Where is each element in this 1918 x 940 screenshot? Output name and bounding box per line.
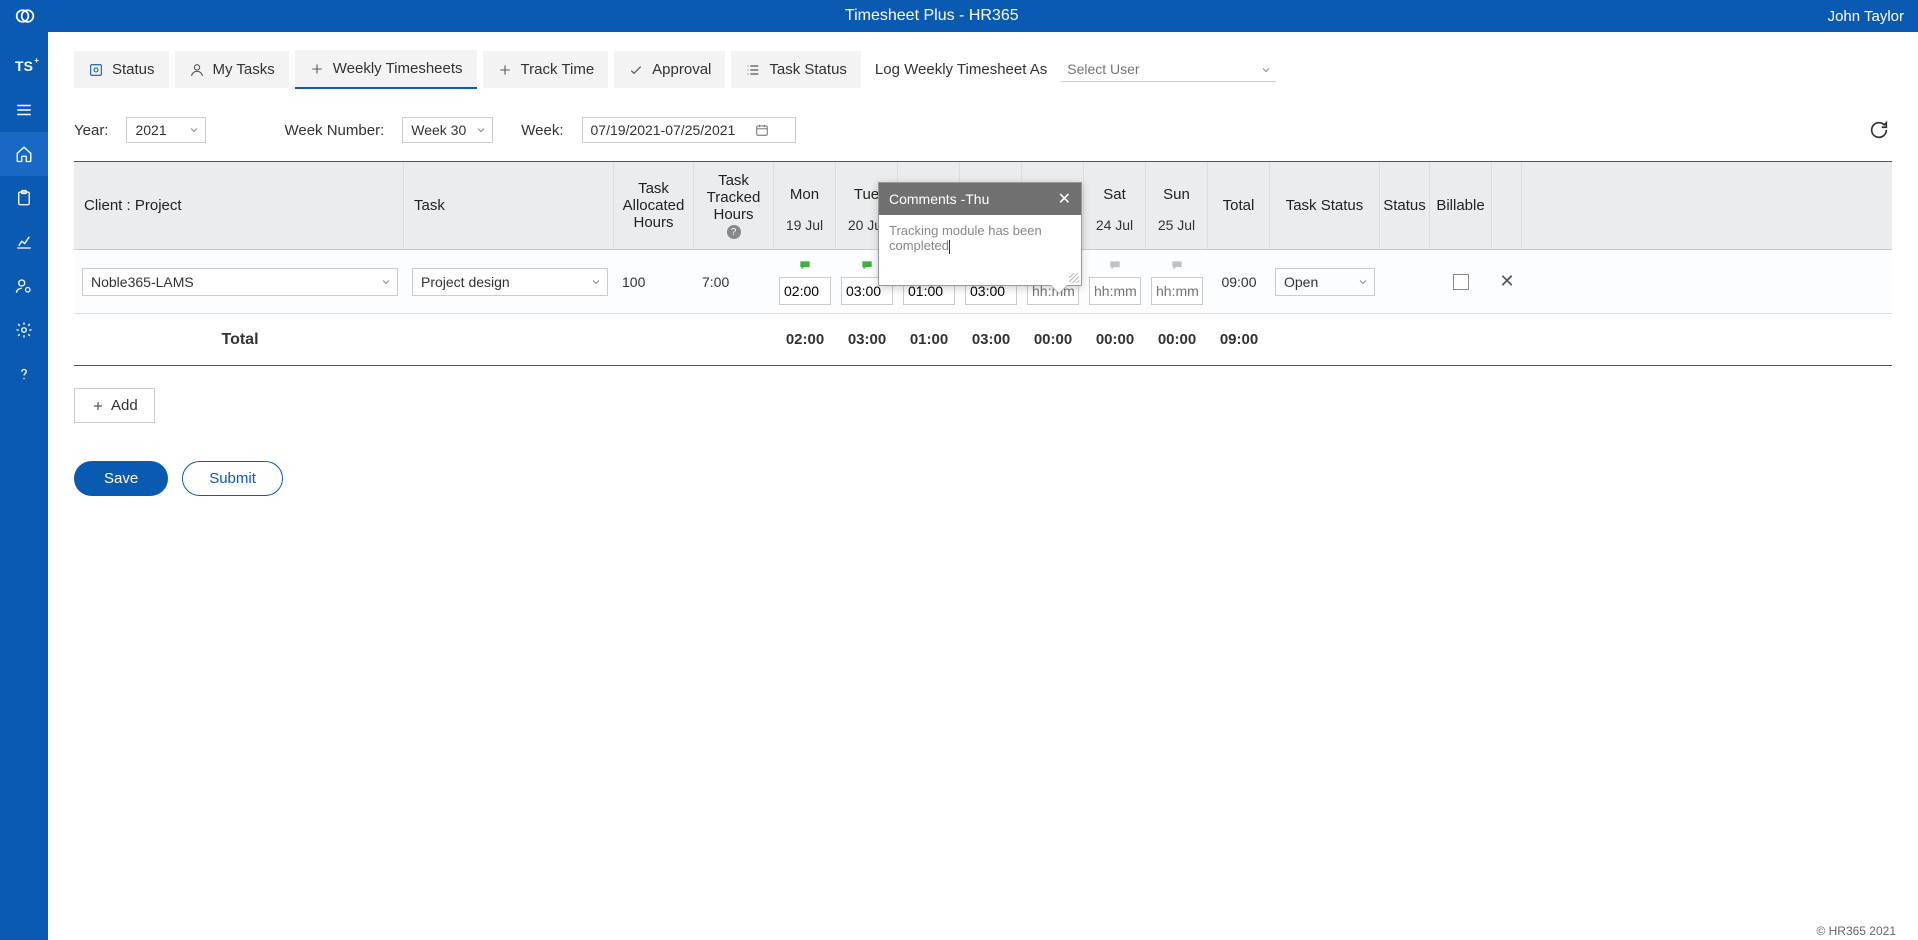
col-total: Total	[1208, 162, 1270, 249]
week-label: Week:	[521, 122, 563, 139]
client-project-select[interactable]: Noble365-LAMS	[82, 268, 398, 296]
filter-bar: Year: 2021 Week Number: Week 30 Week: 07…	[74, 117, 1892, 143]
col-task: Task	[404, 162, 614, 249]
plus-icon	[497, 62, 513, 78]
col-allocated: Task Allocated Hours	[614, 162, 694, 249]
help-icon[interactable]: ?	[727, 225, 741, 239]
tab-approval-label: Approval	[652, 61, 711, 78]
app-logo-icon	[14, 5, 36, 27]
status-icon	[88, 62, 104, 78]
year-label: Year:	[74, 122, 108, 139]
allocated-hours: 100	[614, 274, 694, 290]
tab-status[interactable]: Status	[74, 51, 169, 88]
content-area: Status My Tasks Weekly Timesheets Track …	[48, 32, 1918, 940]
col-billable: Billable	[1430, 162, 1492, 249]
list-icon	[745, 62, 761, 78]
delete-row-button[interactable]: ✕	[1499, 271, 1514, 292]
task-select[interactable]: Project design	[412, 268, 608, 296]
col-tracked: Task Tracked Hours?	[694, 162, 774, 249]
comments-popup: Comments -Thu ✕ Tracking module has been…	[878, 182, 1082, 286]
total-sun: 00:00	[1146, 331, 1208, 348]
select-user-dropdown[interactable]	[1061, 57, 1276, 82]
row-total: 09:00	[1208, 274, 1270, 290]
total-wed: 01:00	[898, 331, 960, 348]
tab-task-status[interactable]: Task Status	[731, 51, 861, 88]
year-select[interactable]: 2021	[126, 117, 206, 143]
log-as-label: Log Weekly Timesheet As	[875, 61, 1047, 78]
totals-row: Total 02:00 03:00 01:00 03:00 00:00 00:0…	[74, 314, 1892, 366]
mon-input[interactable]	[779, 277, 831, 305]
tab-status-label: Status	[112, 61, 155, 78]
billable-checkbox[interactable]	[1453, 274, 1469, 290]
user-name[interactable]: John Taylor	[1828, 8, 1904, 25]
week-number-select[interactable]: Week 30	[402, 117, 493, 143]
popup-header[interactable]: Comments -Thu ✕	[879, 183, 1081, 215]
col-mon: Mon19 Jul	[774, 162, 836, 249]
col-sat: Sat24 Jul	[1084, 162, 1146, 249]
task-status-select[interactable]: Open	[1275, 268, 1375, 296]
add-row-button[interactable]: Add	[74, 388, 155, 423]
tab-task-status-label: Task Status	[769, 61, 847, 78]
total-fri: 00:00	[1022, 331, 1084, 348]
tab-approval[interactable]: Approval	[614, 51, 725, 88]
app-title: Timesheet Plus - HR365	[36, 7, 1828, 25]
sidebar-item-ts[interactable]: TS+	[0, 44, 48, 88]
resize-handle-icon[interactable]	[1069, 273, 1079, 283]
topbar: Timesheet Plus - HR365 John Taylor	[0, 0, 1918, 32]
col-sun: Sun25 Jul	[1146, 162, 1208, 249]
calendar-icon	[755, 123, 769, 137]
sidebar-item-user-settings[interactable]	[0, 264, 48, 308]
comment-icon[interactable]	[1107, 259, 1123, 273]
tab-weekly-timesheets[interactable]: Weekly Timesheets	[295, 50, 477, 89]
sidebar-item-settings[interactable]	[0, 308, 48, 352]
total-tue: 03:00	[836, 331, 898, 348]
popup-body[interactable]: Tracking module has been completed	[879, 215, 1081, 285]
sun-input[interactable]	[1151, 277, 1203, 305]
submit-button[interactable]: Submit	[182, 461, 283, 496]
sat-input[interactable]	[1089, 277, 1141, 305]
close-icon[interactable]: ✕	[1058, 189, 1071, 209]
comment-icon[interactable]	[1169, 259, 1185, 273]
total-mon: 02:00	[774, 331, 836, 348]
comment-icon[interactable]	[797, 259, 813, 273]
popup-title: Comments -Thu	[889, 191, 989, 207]
sidebar-item-chart[interactable]	[0, 220, 48, 264]
sidebar-item-clipboard[interactable]	[0, 176, 48, 220]
plus-icon	[309, 61, 325, 77]
sidebar-item-help[interactable]	[0, 352, 48, 396]
grand-total: 09:00	[1208, 331, 1270, 348]
popup-content: Tracking module has been completed	[889, 223, 1042, 253]
week-range-value: 07/19/2021-07/25/2021	[591, 122, 736, 138]
tab-track-label: Track Time	[521, 61, 595, 78]
footer-copyright: © HR365 2021	[1816, 924, 1896, 938]
tab-track-time[interactable]: Track Time	[483, 51, 609, 88]
check-icon	[628, 62, 644, 78]
comment-icon[interactable]	[859, 259, 875, 273]
refresh-button[interactable]	[1866, 117, 1892, 143]
week-number-label: Week Number:	[284, 122, 384, 139]
col-delete	[1492, 162, 1522, 249]
total-label: Total	[74, 331, 404, 349]
col-client: Client : Project	[74, 162, 404, 249]
tab-weekly-label: Weekly Timesheets	[333, 60, 463, 77]
week-range-input[interactable]: 07/19/2021-07/25/2021	[582, 117, 797, 143]
plus-icon	[91, 399, 105, 413]
total-sat: 00:00	[1084, 331, 1146, 348]
sidebar: TS+	[0, 32, 48, 940]
add-label: Add	[111, 397, 138, 414]
tab-bar: Status My Tasks Weekly Timesheets Track …	[74, 50, 1892, 89]
total-thu: 03:00	[960, 331, 1022, 348]
col-status: Status	[1380, 162, 1430, 249]
sidebar-item-menu[interactable]	[0, 88, 48, 132]
action-buttons: Save Submit	[74, 461, 1892, 496]
col-task-status: Task Status	[1270, 162, 1380, 249]
tab-my-tasks-label: My Tasks	[213, 61, 275, 78]
save-button[interactable]: Save	[74, 461, 168, 496]
tracked-hours: 7:00	[694, 274, 774, 290]
tab-my-tasks[interactable]: My Tasks	[175, 51, 289, 88]
person-icon	[189, 62, 205, 78]
sidebar-item-home[interactable]	[0, 132, 48, 176]
popup-tail	[1051, 285, 1067, 293]
